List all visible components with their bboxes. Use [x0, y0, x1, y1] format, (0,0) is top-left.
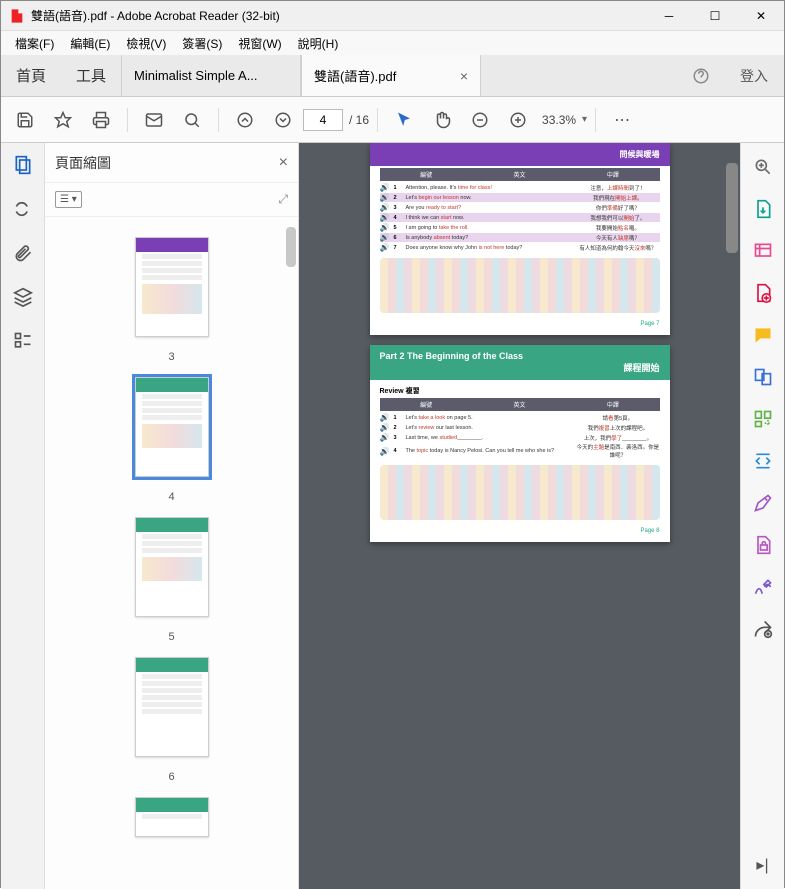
page5-subtitle: Review 複習	[380, 386, 660, 396]
bookmarks-rail-icon[interactable]	[11, 197, 35, 221]
tool-search-icon[interactable]	[751, 155, 775, 179]
speaker-icon: 🔊	[380, 433, 390, 442]
doc-scrollbar[interactable]	[726, 163, 738, 253]
mail-icon[interactable]	[136, 102, 172, 138]
tool-combine-icon[interactable]	[751, 365, 775, 389]
tool-edit-pdf-icon[interactable]	[751, 239, 775, 263]
thumbnail-page-6[interactable]	[135, 657, 209, 757]
acrobat-icon	[9, 8, 25, 24]
star-icon[interactable]	[45, 102, 81, 138]
attachments-rail-icon[interactable]	[11, 241, 35, 265]
tool-compress-icon[interactable]	[751, 449, 775, 473]
pointer-icon[interactable]	[386, 102, 422, 138]
speaker-icon: 🔊	[380, 193, 390, 202]
document-viewport[interactable]: 問候與暖場 編號英文中譯 🔊1Attention, please. It's t…	[299, 143, 740, 889]
page4-banner: 問候與暖場	[370, 143, 670, 166]
tool-sign-fill-icon[interactable]	[751, 491, 775, 515]
menu-window[interactable]: 視窗(W)	[230, 33, 289, 54]
thumbnails-rail-icon[interactable]	[11, 153, 35, 177]
tool-comment-icon[interactable]	[751, 323, 775, 347]
menu-view[interactable]: 檢視(V)	[118, 33, 174, 54]
speaker-icon: 🔊	[380, 213, 390, 222]
speaker-icon: 🔊	[380, 413, 390, 422]
page5-footer: Page 8	[370, 526, 670, 536]
tool-export-pdf-icon[interactable]	[751, 197, 775, 221]
help-icon[interactable]	[678, 55, 724, 96]
tab-close-icon[interactable]: ×	[460, 68, 468, 84]
close-button[interactable]: ✕	[738, 1, 784, 31]
page-total: / 16	[349, 113, 369, 127]
more-icon[interactable]: ⋯	[604, 102, 640, 138]
hand-icon[interactable]	[424, 102, 460, 138]
page4-footer: Page 7	[370, 319, 670, 329]
tool-sign-icon[interactable]	[751, 575, 775, 599]
tab-home[interactable]: 首頁	[1, 55, 61, 96]
thumbnail-page-7[interactable]	[135, 797, 209, 837]
illustration	[380, 465, 660, 520]
speaker-icon: 🔊	[380, 447, 390, 456]
page-down-icon[interactable]	[265, 102, 301, 138]
page-5: Part 2 The Beginning of the Class 課程開始 R…	[370, 345, 670, 542]
menu-help[interactable]: 說明(H)	[290, 33, 347, 54]
speaker-icon: 🔊	[380, 243, 390, 252]
zoom-out-icon[interactable]	[462, 102, 498, 138]
thumb-label-3: 3	[168, 351, 174, 363]
thumbnail-page-4[interactable]	[135, 377, 209, 477]
page-4: 問候與暖場 編號英文中譯 🔊1Attention, please. It's t…	[370, 143, 670, 335]
thumbnail-page-3[interactable]	[135, 237, 209, 337]
signin-button[interactable]: 登入	[724, 55, 784, 96]
window-title: 雙語(語音).pdf - Adobe Acrobat Reader (32-bi…	[31, 7, 646, 24]
zoom-dropdown-icon[interactable]: ▾	[582, 114, 587, 125]
print-icon[interactable]	[83, 102, 119, 138]
tool-protect-icon[interactable]	[751, 533, 775, 557]
menu-file[interactable]: 檔案(F)	[7, 33, 62, 54]
page-up-icon[interactable]	[227, 102, 263, 138]
speaker-icon: 🔊	[380, 183, 390, 192]
speaker-icon: 🔊	[380, 423, 390, 432]
speaker-icon: 🔊	[380, 233, 390, 242]
document-tab-1[interactable]: Minimalist Simple A...	[121, 55, 301, 96]
minimize-button[interactable]: ─	[646, 1, 692, 31]
thumbnail-page-5[interactable]	[135, 517, 209, 617]
thumb-options-icon[interactable]: ☰ ▾	[55, 191, 82, 208]
thumb-label-4: 4	[168, 491, 174, 503]
page5-banner: Part 2 The Beginning of the Class 課程開始	[370, 345, 670, 380]
illustration	[380, 258, 660, 313]
menu-edit[interactable]: 編輯(E)	[62, 33, 118, 54]
menu-sign[interactable]: 簽署(S)	[174, 33, 230, 54]
speaker-icon: 🔊	[380, 223, 390, 232]
thumb-scrollbar[interactable]	[286, 227, 296, 267]
rail-collapse-icon[interactable]: ▸|	[751, 853, 775, 877]
menubar: 檔案(F) 編輯(E) 檢視(V) 簽署(S) 視窗(W) 說明(H)	[1, 31, 784, 55]
document-tab-2[interactable]: 雙語(語音).pdf×	[301, 55, 481, 96]
save-icon[interactable]	[7, 102, 43, 138]
zoom-in-icon[interactable]	[500, 102, 536, 138]
thumb-expand-icon[interactable]: ⤢	[278, 192, 288, 207]
page-number-input[interactable]	[303, 109, 343, 131]
layers-rail-icon[interactable]	[11, 285, 35, 309]
tool-create-pdf-icon[interactable]	[751, 281, 775, 305]
maximize-button[interactable]: ☐	[692, 1, 738, 31]
thumb-label-6: 6	[168, 771, 174, 783]
zoom-value[interactable]: 33.3%	[542, 113, 576, 127]
tool-organize-icon[interactable]	[751, 407, 775, 431]
thumb-label-5: 5	[168, 631, 174, 643]
tool-more-icon[interactable]	[751, 617, 775, 641]
tags-rail-icon[interactable]	[11, 329, 35, 353]
search-icon[interactable]	[174, 102, 210, 138]
thumb-panel-title: 頁面縮圖	[55, 153, 111, 173]
tab-tools[interactable]: 工具	[61, 55, 121, 96]
thumb-panel-close-icon[interactable]: ×	[279, 154, 288, 172]
speaker-icon: 🔊	[380, 203, 390, 212]
